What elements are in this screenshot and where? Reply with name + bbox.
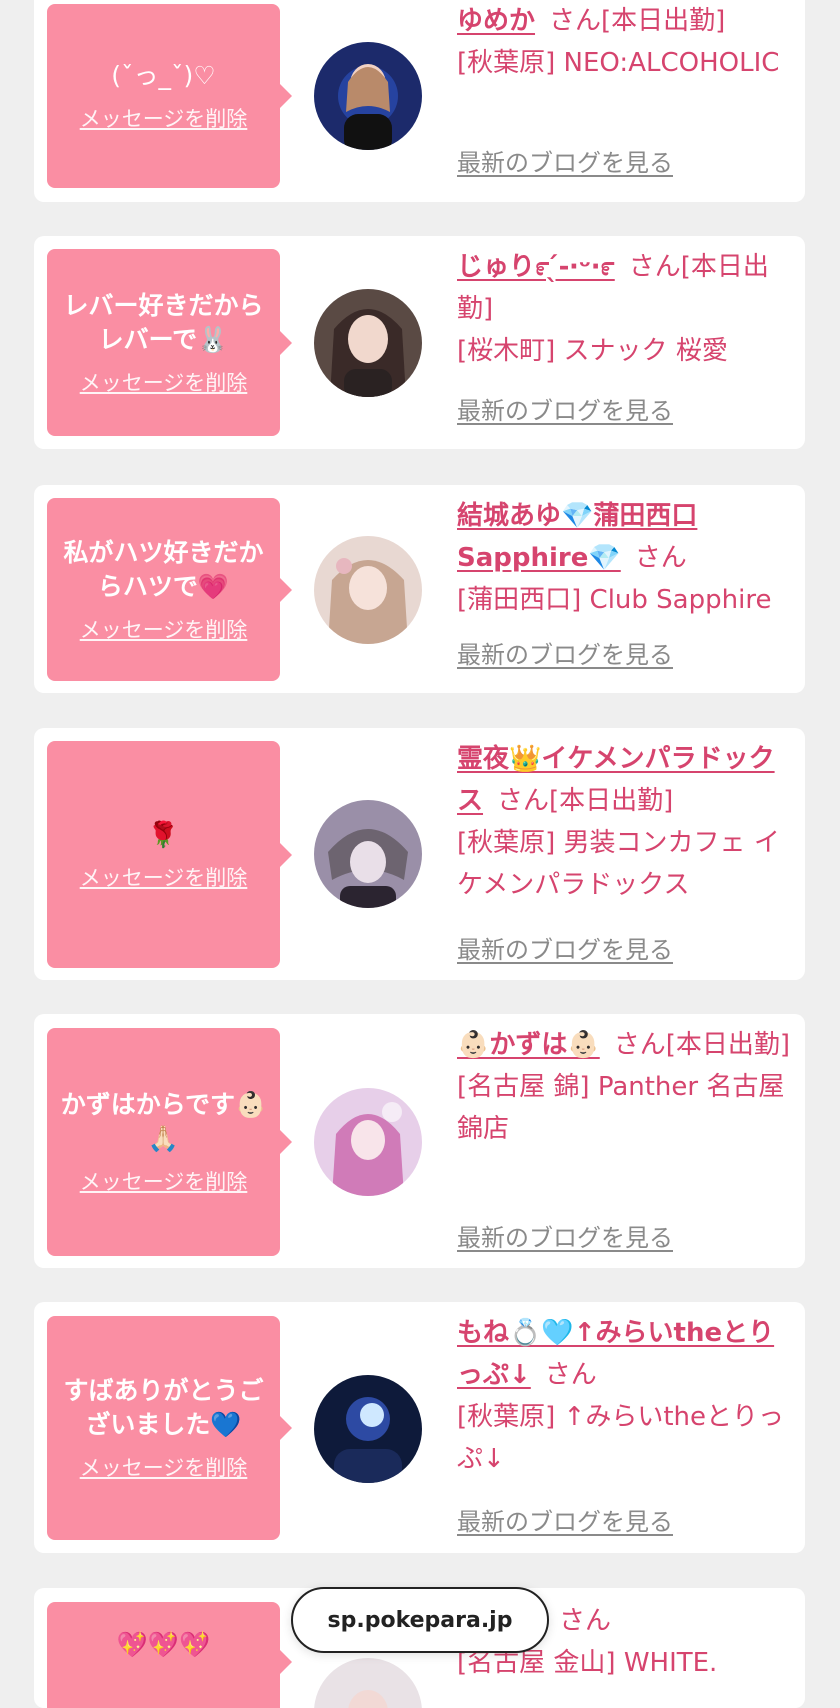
message-text: レバー好きだから レバーで🐰 — [63, 290, 264, 354]
message-card: レバー好きだから レバーで🐰 メッセージを削除 じゅり೯ ̖́-‧ᵕ‧೯ さん[本… — [34, 236, 805, 449]
latest-blog-link[interactable]: 最新のブログを見る — [457, 143, 673, 178]
delete-message-link[interactable]: メッセージを削除 — [80, 367, 248, 397]
shop-name: [秋葉原] ↑みらいtheとりっぷ↓ — [457, 1402, 785, 1474]
message-card: 🌹 メッセージを削除 霊夜👑イケメンパラドックス さん[本日出勤] [秋葉原] 男… — [34, 728, 805, 980]
avatar[interactable] — [314, 1658, 422, 1708]
honorific: さん — [613, 1030, 666, 1060]
cast-info: 結城あゆ💎蒲田西口Sapphire💎 さん [蒲田西口] Club Sapphir… — [457, 495, 797, 621]
delete-message-link[interactable]: メッセージを削除 — [80, 1452, 248, 1482]
latest-blog-link[interactable]: 最新のブログを見る — [457, 391, 673, 426]
message-bubble: すばありがとうご ざいました💙 メッセージを削除 — [47, 1316, 292, 1540]
cast-info: 霊夜👑イケメンパラドックス さん[本日出勤] [秋葉原] 男装コンカフェ イケメン… — [457, 738, 797, 906]
avatar[interactable] — [314, 800, 422, 908]
message-text: かずはからです👶🏻 🙏🏻 — [60, 1090, 267, 1153]
message-bubble: (ˇっ_ˇ)♡ メッセージを削除 — [47, 4, 292, 188]
honorific: さん — [497, 786, 550, 816]
cast-name-link[interactable]: もね💍🩵↑みらいtheとりっぷ↓ — [457, 1318, 774, 1390]
honorific: さん — [559, 1606, 612, 1636]
avatar[interactable] — [314, 42, 422, 150]
cast-info: 👶🏻かずは👶🏻 さん[本日出勤] [名古屋 錦] Panther 名古屋錦店 — [457, 1024, 797, 1150]
latest-blog-link[interactable]: 最新のブログを見る — [457, 930, 673, 965]
message-bubble: かずはからです👶🏻 🙏🏻 メッセージを削除 — [47, 1028, 292, 1256]
cast-name-link[interactable]: ゆめか — [457, 6, 535, 36]
cast-info: ゆめか さん[本日出勤] [秋葉原] NEO:ALCOHOLIC — [457, 0, 797, 84]
message-card: (ˇっ_ˇ)♡ メッセージを削除 ゆめか さん[本日出勤] [秋葉原] NEO:A… — [34, 0, 805, 202]
message-bubble: レバー好きだから レバーで🐰 メッセージを削除 — [47, 249, 292, 436]
message-bubble: 私がハツ好きだか らハツで💗 メッセージを削除 — [47, 498, 292, 681]
cast-info: じゅり೯ ̖́-‧ᵕ‧೯ さん[本日出勤] [桜木町] スナック 桜愛 — [457, 246, 797, 372]
honorific: さん — [544, 1360, 597, 1390]
honorific: さん — [549, 6, 602, 36]
message-text: すばありがとうご ざいました💙 — [63, 1376, 264, 1439]
today-label: [本日出勤] — [549, 786, 674, 816]
message-card: かずはからです👶🏻 🙏🏻 メッセージを削除 👶🏻かずは👶🏻 さん[本日出勤] [名… — [34, 1014, 805, 1268]
message-card: すばありがとうご ざいました💙 メッセージを削除 もね💍🩵↑みらいtheとりっぷ… — [34, 1302, 805, 1553]
honorific: さん — [634, 543, 687, 573]
latest-blog-link[interactable]: 最新のブログを見る — [457, 635, 673, 670]
message-card: 私がハツ好きだか らハツで💗 メッセージを削除 結城あゆ💎蒲田西口Sapphir… — [34, 485, 805, 693]
shop-name: [蒲田西口] Club Sapphire — [457, 585, 772, 615]
cast-name-link[interactable]: じゅり೯ ̖́-‧ᵕ‧೯ — [457, 252, 615, 282]
cast-name-link[interactable]: 👶🏻かずは👶🏻 — [457, 1030, 600, 1060]
message-text: (ˇっ_ˇ)♡ — [111, 61, 216, 90]
shop-name: [秋葉原] 男装コンカフェ イケメンパラドックス — [457, 828, 780, 900]
honorific: さん — [628, 252, 681, 282]
latest-blog-link[interactable]: 最新のブログを見る — [457, 1502, 673, 1537]
message-text: 私がハツ好きだか らハツで💗 — [63, 537, 264, 601]
avatar[interactable] — [314, 1375, 422, 1483]
message-text: 🌹 — [147, 819, 180, 849]
delete-message-link[interactable]: メッセージを削除 — [80, 103, 248, 133]
delete-message-link[interactable]: メッセージを削除 — [80, 614, 248, 644]
avatar[interactable] — [314, 289, 422, 397]
latest-blog-link[interactable]: 最新のブログを見る — [457, 1218, 673, 1253]
shop-name: [秋葉原] NEO:ALCOHOLIC — [457, 48, 780, 78]
today-label: [本日出勤] — [601, 6, 726, 36]
today-label: [本日出勤] — [665, 1030, 791, 1060]
delete-message-link[interactable]: メッセージを削除 — [80, 862, 248, 892]
message-bubble: 💖💖💖 — [47, 1602, 292, 1708]
message-bubble: 🌹 メッセージを削除 — [47, 741, 292, 968]
avatar[interactable] — [314, 536, 422, 644]
avatar[interactable] — [314, 1088, 422, 1196]
delete-message-link[interactable]: メッセージを削除 — [80, 1166, 248, 1196]
shop-name: [桜木町] スナック 桜愛 — [457, 336, 728, 366]
browser-url-pill[interactable]: sp.pokepara.jp — [291, 1587, 549, 1653]
message-text: 💖💖💖 — [116, 1630, 211, 1659]
shop-name: [名古屋 錦] Panther 名古屋錦店 — [457, 1072, 785, 1144]
cast-info: もね💍🩵↑みらいtheとりっぷ↓ さん [秋葉原] ↑みらいtheとりっぷ↓ — [457, 1312, 797, 1480]
